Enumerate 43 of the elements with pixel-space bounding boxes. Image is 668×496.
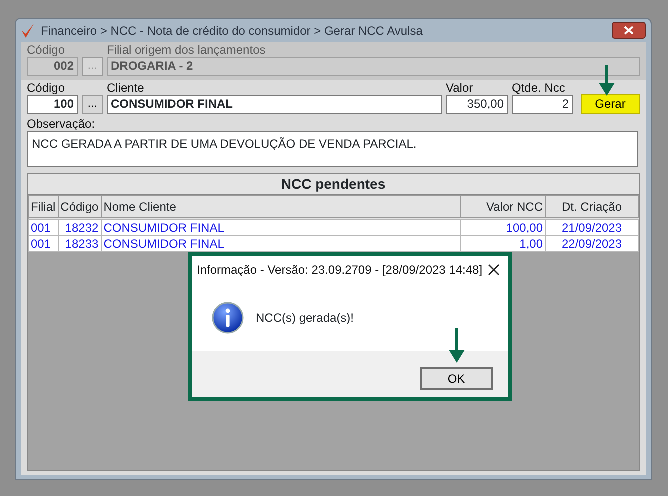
table-cell: 100,00 [460,220,546,236]
dialog-message: NCC(s) gerada(s)! [256,310,354,326]
observation-field[interactable]: NCC GERADA A PARTIR DE UMA DEVOLUÇÃO DE VENDA PARCIAL. [27,131,638,167]
column-header[interactable]: Filial [28,196,58,218]
ok-button[interactable]: OK [420,367,493,390]
field-label: Filial origem dos lançamentos [107,44,267,57]
info-icon [212,302,244,334]
check-logo-icon [21,22,35,38]
field-label: Qtde. Ncc [512,82,566,95]
column-header[interactable]: Valor NCC [460,196,546,218]
lookup-button[interactable]: ... [82,95,103,114]
arrow-icon [599,65,615,96]
branch-field: DROGARIA - 2 [107,57,640,76]
field-label: Observação: [27,118,96,131]
value-field[interactable]: 350,00 [446,95,508,114]
close-button[interactable] [612,22,646,39]
column-header[interactable]: Nome Cliente [101,196,460,218]
table-cell: 001 [28,236,58,252]
table-cell: 22/09/2023 [546,236,638,252]
table-cell: 21/09/2023 [546,220,638,236]
code-field[interactable]: 100 [27,95,78,114]
table-cell: CONSUMIDOR FINAL [101,236,460,252]
table-cell: 1,00 [460,236,546,252]
close-icon[interactable] [488,264,500,276]
field-label: Valor [446,82,474,95]
window-title: Financeiro > NCC - Nota de crédito do consumidor > Gerar NCC Avulsa [41,22,423,40]
quantity-field[interactable]: 2 [512,95,573,114]
table-cell: CONSUMIDOR FINAL [101,220,460,236]
table-cell: 001 [28,220,58,236]
arrow-icon [449,328,465,363]
field-label: Cliente [107,82,146,95]
field-label: Código [27,44,66,57]
field-label: Código [27,82,66,95]
lookup-button: ... [82,57,103,76]
column-header[interactable]: Código [58,196,102,218]
code-field: 002 [27,57,78,76]
dialog-title: Informação - Versão: 23.09.2709 - [28/09/2023 14:48] [197,262,483,279]
client-field[interactable]: CONSUMIDOR FINAL [107,95,442,114]
table-cell: 18232 [58,220,102,236]
table-cell: 18233 [58,236,102,252]
generate-button[interactable]: Gerar [581,94,640,114]
column-header[interactable]: Dt. Criação [546,196,638,218]
table-title: NCC pendentes [28,174,639,195]
